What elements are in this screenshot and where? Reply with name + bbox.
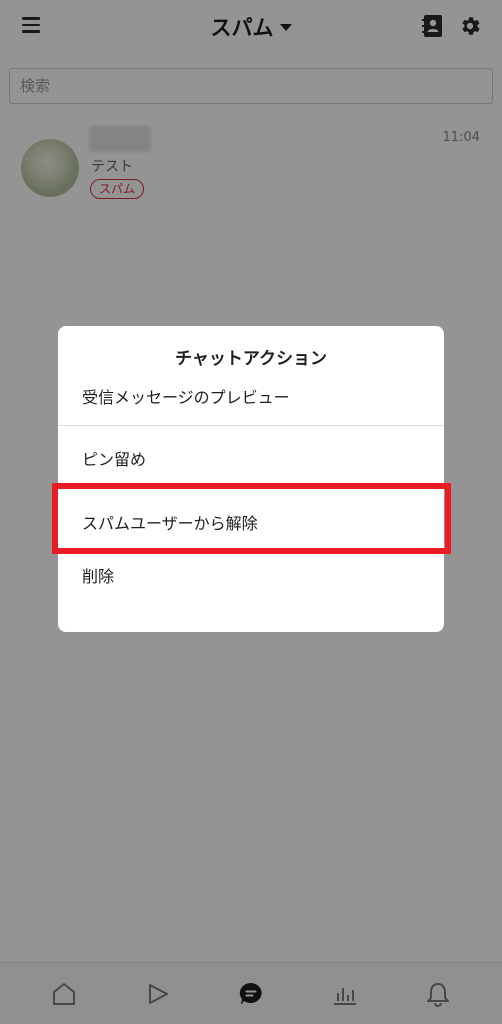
chat-action-dialog: チャットアクション 受信メッセージのプレビュー ピン留め スパムユーザーから解除… (58, 326, 444, 632)
preview-messages-option[interactable]: 受信メッセージのプレビュー (82, 384, 290, 408)
divider (58, 425, 444, 426)
app-root: スパム テスト スパム 11:04 (0, 0, 502, 1024)
dialog-title: チャットアクション (175, 349, 327, 369)
highlight-annotation (52, 483, 451, 554)
delete-option[interactable]: 削除 (82, 563, 114, 587)
pin-option[interactable]: ピン留め (82, 446, 146, 470)
